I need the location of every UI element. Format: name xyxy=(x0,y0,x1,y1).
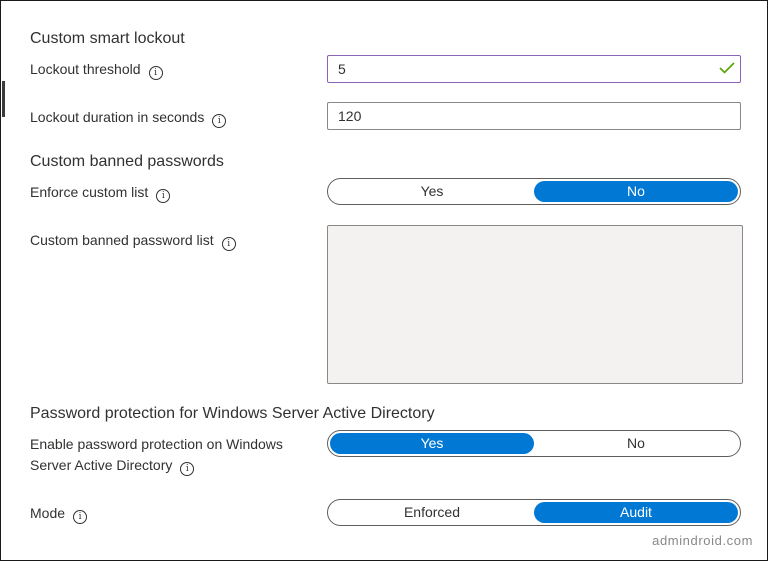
mode-label-text: Mode xyxy=(30,505,66,521)
watermark: admindroid.com xyxy=(652,533,753,548)
custom-banned-list-label-text: Custom banned password list xyxy=(30,232,214,248)
toggle-option-yes[interactable]: Yes xyxy=(330,433,534,454)
info-icon[interactable]: i xyxy=(221,237,236,251)
lockout-threshold-label-text: Lockout threshold xyxy=(30,61,141,77)
enable-protection-label-line2: Server Active Directory i xyxy=(30,455,283,476)
section-title-banned-passwords: Custom banned passwords xyxy=(30,153,224,170)
section-title-windows-ad: Password protection for Windows Server A… xyxy=(30,405,435,422)
info-icon[interactable]: i xyxy=(73,510,88,524)
info-icon[interactable]: i xyxy=(212,114,227,128)
mode-label: Mode i xyxy=(30,503,88,524)
mode-toggle[interactable]: Enforced Audit xyxy=(327,499,741,526)
enable-protection-label-line2-text: Server Active Directory xyxy=(30,457,173,473)
info-icon[interactable]: i xyxy=(148,66,163,80)
enable-protection-label: Enable password protection on Windows Se… xyxy=(30,434,283,476)
toggle-option-no[interactable]: No xyxy=(534,181,738,202)
enforce-custom-list-toggle[interactable]: Yes No xyxy=(327,178,741,205)
enable-protection-label-line1: Enable password protection on Windows xyxy=(30,436,283,452)
lockout-duration-input[interactable] xyxy=(327,102,741,130)
enable-protection-toggle[interactable]: Yes No xyxy=(327,430,741,457)
toggle-option-audit[interactable]: Audit xyxy=(534,502,738,523)
enforce-custom-list-label: Enforce custom list i xyxy=(30,182,171,203)
lockout-threshold-label: Lockout threshold i xyxy=(30,59,163,80)
info-icon[interactable]: i xyxy=(180,462,195,476)
settings-panel: Custom smart lockout Lockout threshold i … xyxy=(0,0,768,561)
lockout-duration-label-text: Lockout duration in seconds xyxy=(30,109,205,125)
toggle-option-enforced[interactable]: Enforced xyxy=(330,502,534,523)
info-icon[interactable]: i xyxy=(156,189,171,203)
toggle-option-no[interactable]: No xyxy=(534,433,738,454)
section-title-smart-lockout: Custom smart lockout xyxy=(30,30,185,47)
custom-banned-list-label: Custom banned password list i xyxy=(30,230,236,251)
scroll-indicator xyxy=(2,81,5,117)
lockout-threshold-input[interactable] xyxy=(327,55,741,83)
toggle-option-yes[interactable]: Yes xyxy=(330,181,534,202)
enforce-custom-list-label-text: Enforce custom list xyxy=(30,184,149,200)
custom-banned-list-textarea[interactable] xyxy=(327,225,743,384)
lockout-duration-label: Lockout duration in seconds i xyxy=(30,107,227,128)
checkmark-icon xyxy=(719,62,735,74)
